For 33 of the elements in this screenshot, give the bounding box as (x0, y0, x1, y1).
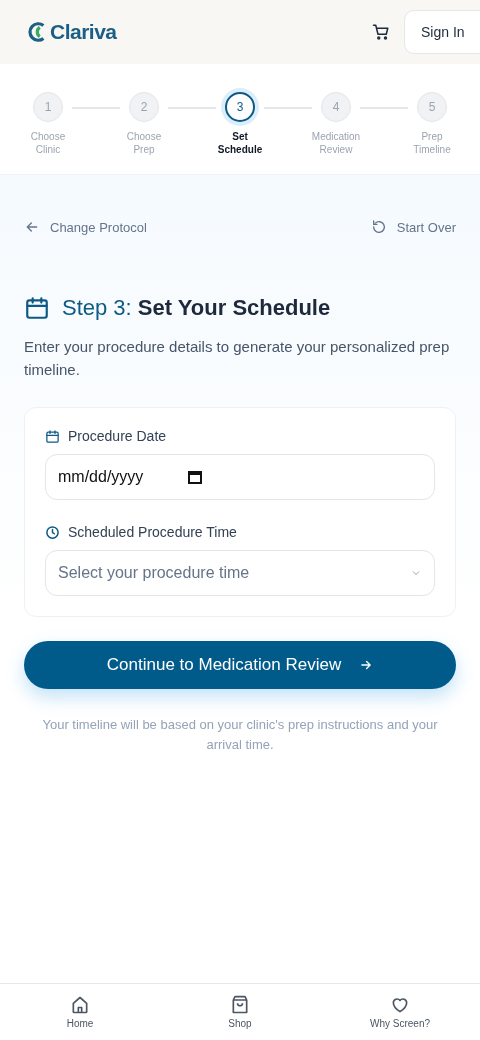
heart-icon (390, 995, 410, 1015)
back-arrow-icon (24, 219, 40, 235)
step-label: Choose Prep (125, 130, 163, 156)
home-icon (70, 995, 90, 1015)
step-circle[interactable]: 3 (225, 92, 255, 122)
arrow-right-icon (359, 658, 374, 672)
change-protocol-link[interactable]: Change Protocol (24, 219, 147, 235)
cart-icon[interactable] (372, 23, 390, 41)
clock-icon (45, 524, 60, 540)
step-label: Medication Review (310, 130, 362, 156)
calendar-icon (45, 428, 60, 444)
date-placeholder: mm/dd/yyyy (58, 468, 145, 486)
step-label: Choose Clinic (29, 130, 67, 156)
continue-button[interactable]: Continue to Medication Review (24, 641, 456, 689)
step-label: Prep Timeline (412, 130, 452, 156)
time-select[interactable]: Select your procedure time (45, 550, 435, 596)
tab-bar-item[interactable]: Home (0, 984, 160, 1040)
logo-text: Clariva (50, 20, 117, 44)
reset-icon (370, 219, 387, 235)
intro-text: Enter your procedure details to generate your personalized prep timeline. (24, 337, 451, 380)
field-label: Scheduled Procedure Time (68, 524, 237, 540)
shopping-bag-icon (230, 995, 250, 1015)
field-label: Procedure Date (68, 428, 167, 444)
start-over-link[interactable]: Start Over (370, 219, 456, 235)
page-heading: Step 3: Set Your Schedule (62, 295, 331, 321)
info-note: Your timeline will be based on your clinic's prep instructions and your arrival time. (41, 716, 439, 754)
calendar-icon (24, 295, 50, 321)
step-label: Set Schedule (216, 130, 264, 156)
date-field[interactable]: mm/dd/yyyy (45, 454, 435, 500)
tab-bar-item[interactable]: Why Screen? (320, 984, 480, 1040)
calendar-icon (188, 470, 202, 484)
tab-bar-item[interactable]: Shop (160, 984, 320, 1040)
sign-in-button[interactable]: Sign In (404, 10, 480, 54)
